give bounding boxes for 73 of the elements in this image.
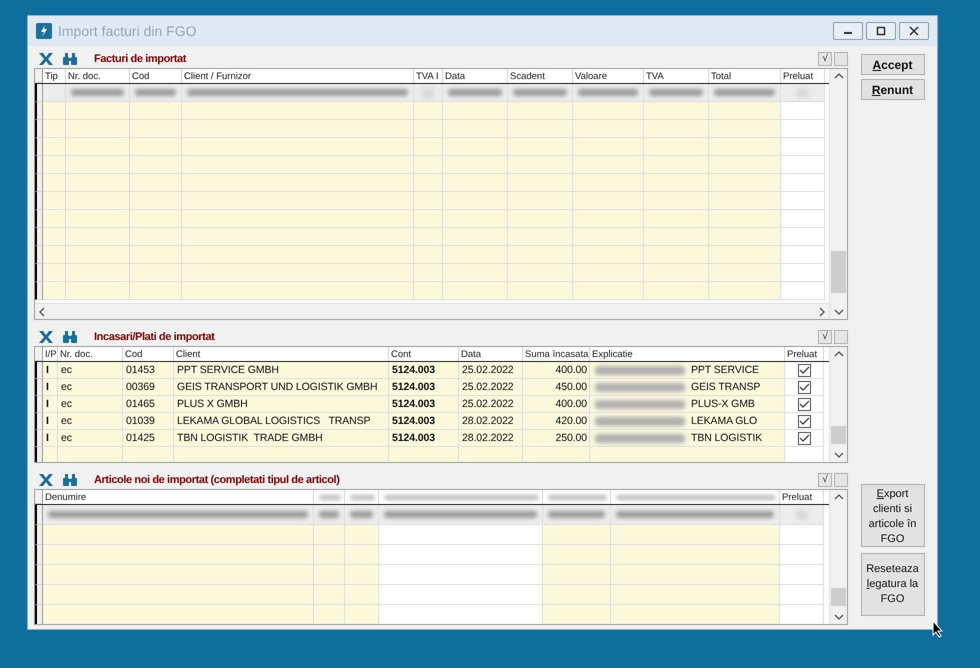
- column-header[interactable]: Cod: [123, 347, 174, 361]
- column-header[interactable]: Data: [459, 347, 523, 361]
- table-cell: 5124.003: [389, 379, 459, 396]
- table-cell: 5124.003: [389, 362, 459, 379]
- section-title: Articole noi de importat (completati tipul de articol): [94, 474, 340, 486]
- action-button[interactable]: Export clienti si articole în FGO: [860, 484, 924, 547]
- action-button[interactable]: Renunt: [860, 79, 924, 100]
- table-cell: 01039: [123, 413, 174, 430]
- column-header[interactable]: Cont: [389, 347, 459, 361]
- table-cell: 25.02.2022: [459, 396, 523, 413]
- select-all-button[interactable]: √: [818, 52, 832, 66]
- table-cell: ec: [58, 379, 123, 396]
- table-cell: 25.02.2022: [459, 362, 523, 379]
- table-cell: 28.02.2022: [459, 413, 523, 430]
- section-title: Incasari/Plati de importat: [94, 330, 214, 342]
- column-header[interactable]: Valoare: [573, 69, 644, 83]
- column-header[interactable]: Data: [443, 69, 508, 83]
- table-cell: GEIS TRANSPORT UND LOGISTIK GMBH: [174, 379, 389, 396]
- cell-text: GEIS TRANSP: [691, 381, 760, 393]
- cell-text: LEKAMA GLO: [691, 415, 758, 427]
- column-header[interactable]: I/P: [43, 347, 58, 361]
- table-cell: 01425: [123, 430, 174, 447]
- table-cell: 25.02.2022: [459, 379, 523, 396]
- column-header[interactable]: Suma încasata: [523, 347, 590, 361]
- table-cell: PLUS X GMBH: [174, 396, 389, 413]
- column-header[interactable]: Preluat: [781, 69, 825, 83]
- cell-text: PPT SERVICE: [691, 364, 759, 376]
- table-cell: 250.00: [523, 430, 590, 447]
- table-cell: I: [43, 379, 58, 396]
- table-cell: 420.00: [523, 413, 590, 430]
- column-header[interactable]: Tip: [43, 69, 66, 83]
- table-cell: 28.02.2022: [459, 430, 523, 447]
- table-cell: TBN LOGISTIK TRADE GMBH: [174, 430, 389, 447]
- table-cell: 5124.003: [389, 430, 459, 447]
- cell-text: PLUS-X GMB: [691, 398, 755, 410]
- table-cell: 01465: [123, 396, 174, 413]
- select-all-button[interactable]: √: [818, 472, 832, 486]
- table-cell: ec: [58, 430, 123, 447]
- table-cell: I: [43, 362, 58, 379]
- table-cell: ec: [58, 396, 123, 413]
- column-header[interactable]: Preluat: [785, 347, 824, 361]
- column-header[interactable]: Nr. doc.: [66, 69, 130, 83]
- column-header[interactable]: TVA: [644, 69, 709, 83]
- column-header[interactable]: Explicatie: [590, 347, 785, 361]
- column-header[interactable]: Preluat: [780, 490, 824, 504]
- table-cell: I: [43, 430, 58, 447]
- column-header[interactable]: Client: [174, 347, 389, 361]
- table-cell: 01453: [123, 362, 174, 379]
- table-cell: 5124.003: [389, 413, 459, 430]
- table-cell: LEKAMA GLOBAL LOGISTICS TRANSP: [174, 413, 389, 430]
- column-header[interactable]: Total: [709, 69, 781, 83]
- table-cell: 00369: [123, 379, 174, 396]
- column-header[interactable]: Nr. doc.: [58, 347, 123, 361]
- action-button[interactable]: Accept: [860, 54, 924, 75]
- table-cell: I: [43, 413, 58, 430]
- table-cell: I: [43, 396, 58, 413]
- table-cell: 400.00: [523, 396, 590, 413]
- window-title: Import facturi din FGO: [58, 23, 196, 39]
- table-cell: 5124.003: [389, 396, 459, 413]
- table-cell: ec: [58, 362, 123, 379]
- section-title: Facturi de importat: [94, 52, 186, 64]
- action-button[interactable]: Reseteaza legatura la FGO: [860, 553, 924, 616]
- column-header[interactable]: TVA I: [414, 69, 443, 83]
- select-all-button[interactable]: √: [818, 330, 832, 344]
- column-header[interactable]: Client / Furnizor: [182, 69, 414, 83]
- table-cell: 450.00: [523, 379, 590, 396]
- table-cell: PPT SERVICE GMBH: [174, 362, 389, 379]
- column-header[interactable]: Scadent: [508, 69, 573, 83]
- column-header[interactable]: Denumire: [43, 490, 314, 504]
- cell-text: TBN LOGISTIK: [691, 432, 762, 444]
- table-cell: 400.00: [523, 362, 590, 379]
- table-cell: ec: [58, 413, 123, 430]
- column-header[interactable]: Cod: [130, 69, 182, 83]
